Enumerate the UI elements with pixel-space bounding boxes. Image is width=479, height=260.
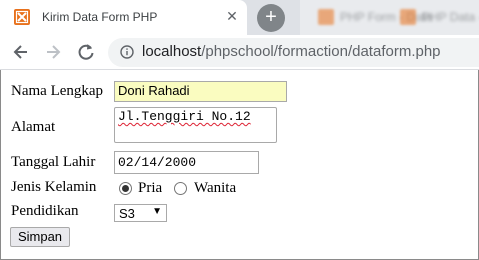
alamat-value: Jl.Tenggiri No.12 [118, 109, 251, 124]
nama-input[interactable]: Doni Rahadi [114, 81, 287, 102]
wanita-label: Wanita [194, 180, 237, 196]
address-bar[interactable]: localhost/phpschool/formaction/dataform.… [108, 38, 479, 67]
close-tab-icon[interactable]: ✕ [224, 8, 240, 24]
url-text: localhost/phpschool/formaction/dataform.… [142, 43, 441, 60]
simpan-button[interactable]: Simpan [10, 227, 70, 247]
url-path: /phpschool/formaction/dataform.php [201, 43, 441, 60]
alamat-textarea[interactable]: Jl.Tenggiri No.12 [114, 107, 277, 143]
chevron-down-icon: ▼ [152, 206, 162, 217]
back-arrow-icon[interactable] [10, 41, 32, 63]
tab-strip: Kirim Data Form PHP ✕ + PHP Form - Data … [0, 0, 479, 35]
background-tab-title: PHP Form - Data [340, 10, 432, 24]
pria-label: Pria [138, 180, 163, 196]
forward-arrow-icon[interactable] [42, 41, 64, 63]
favicon-icon [14, 9, 30, 25]
jenis-kelamin-label: Jenis Kelamin [11, 179, 97, 195]
page-content: Nama Lengkap Doni Rahadi Alamat Jl.Tengg… [0, 70, 479, 260]
pendidikan-value: S3 [119, 206, 135, 221]
favicon-icon [318, 9, 334, 25]
alamat-label: Alamat [11, 119, 56, 135]
radio-pria[interactable] [119, 182, 132, 195]
nama-label: Nama Lengkap [11, 83, 104, 99]
info-icon[interactable] [120, 45, 134, 59]
browser-toolbar: localhost/phpschool/formaction/dataform.… [0, 35, 479, 70]
pendidikan-select[interactable]: S3 ▼ [114, 204, 167, 222]
tanggal-input[interactable]: 02/14/2000 [114, 151, 259, 174]
new-tab-button[interactable]: + [257, 4, 285, 32]
reload-icon[interactable] [75, 41, 97, 63]
favicon-icon [400, 9, 416, 25]
pendidikan-label: Pendidikan [11, 203, 79, 219]
tab-title: Kirim Data Form PHP [42, 10, 158, 24]
radio-wanita[interactable] [174, 182, 187, 195]
background-tab-title: PHP Data - Data [422, 10, 479, 24]
tanggal-label: Tanggal Lahir [11, 154, 96, 170]
url-host: localhost [142, 43, 202, 60]
active-tab[interactable]: Kirim Data Form PHP ✕ [0, 0, 247, 35]
background-tabs[interactable]: PHP Form - Data PHP Data - Data [300, 0, 479, 35]
